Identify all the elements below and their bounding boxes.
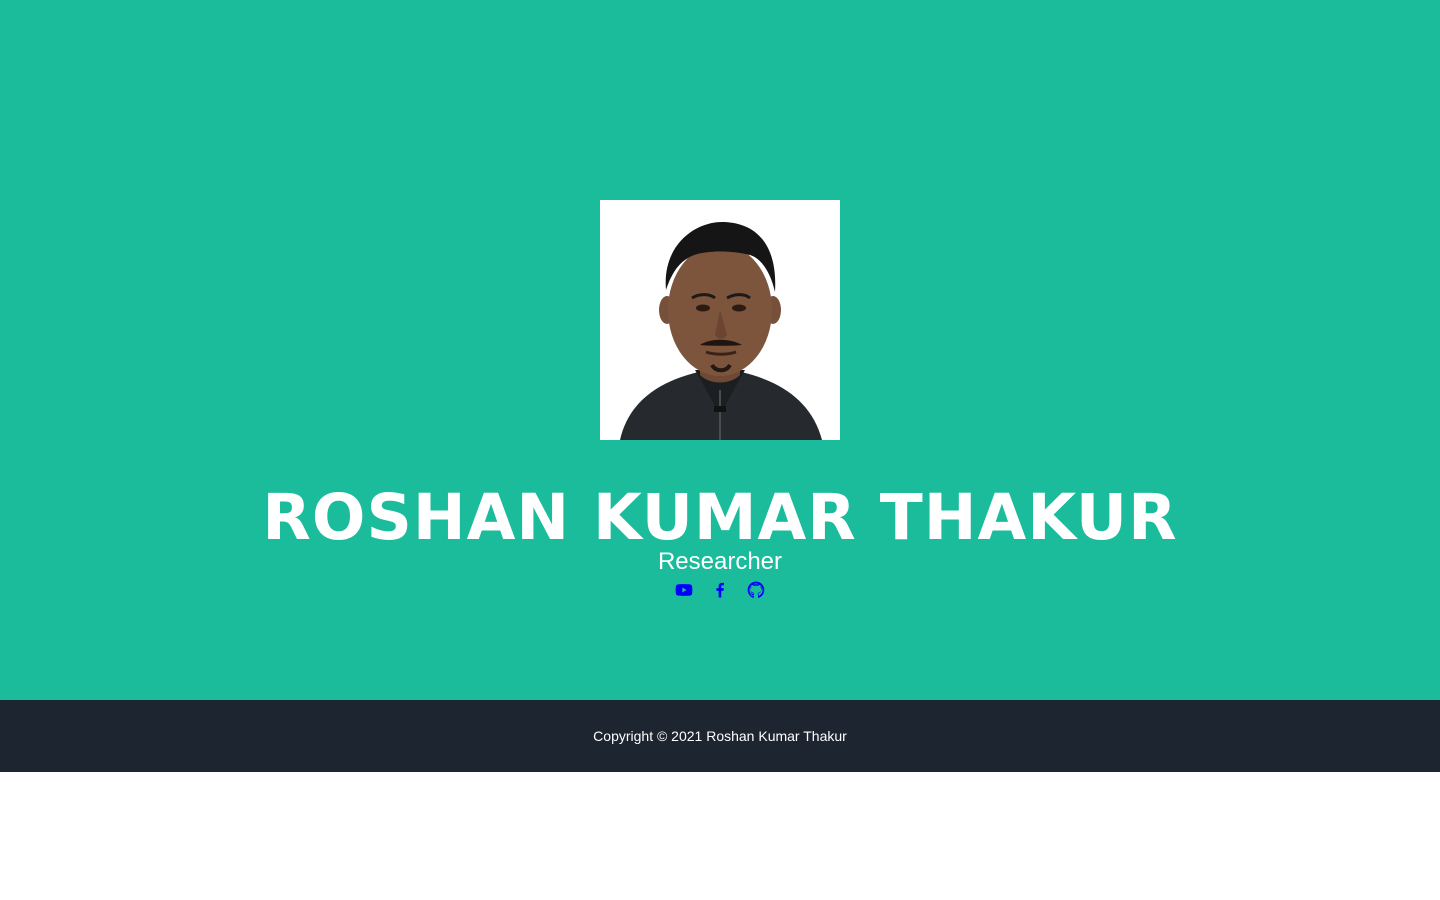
- profile-role: Researcher: [657, 548, 783, 575]
- github-link[interactable]: [746, 580, 766, 600]
- youtube-icon: [674, 580, 694, 600]
- copyright-text: Copyright © 2021 Roshan Kumar Thakur: [593, 728, 847, 744]
- youtube-link[interactable]: [674, 580, 694, 600]
- profile-photo: [600, 200, 840, 440]
- social-links: [0, 580, 1440, 604]
- facebook-icon: [710, 580, 730, 600]
- footer: Copyright © 2021 Roshan Kumar Thakur: [0, 700, 1440, 772]
- github-icon: [746, 580, 766, 600]
- hero-section: ROSHAN KUMAR THAKUR Researcher: [0, 0, 1440, 700]
- facebook-link[interactable]: [710, 580, 730, 600]
